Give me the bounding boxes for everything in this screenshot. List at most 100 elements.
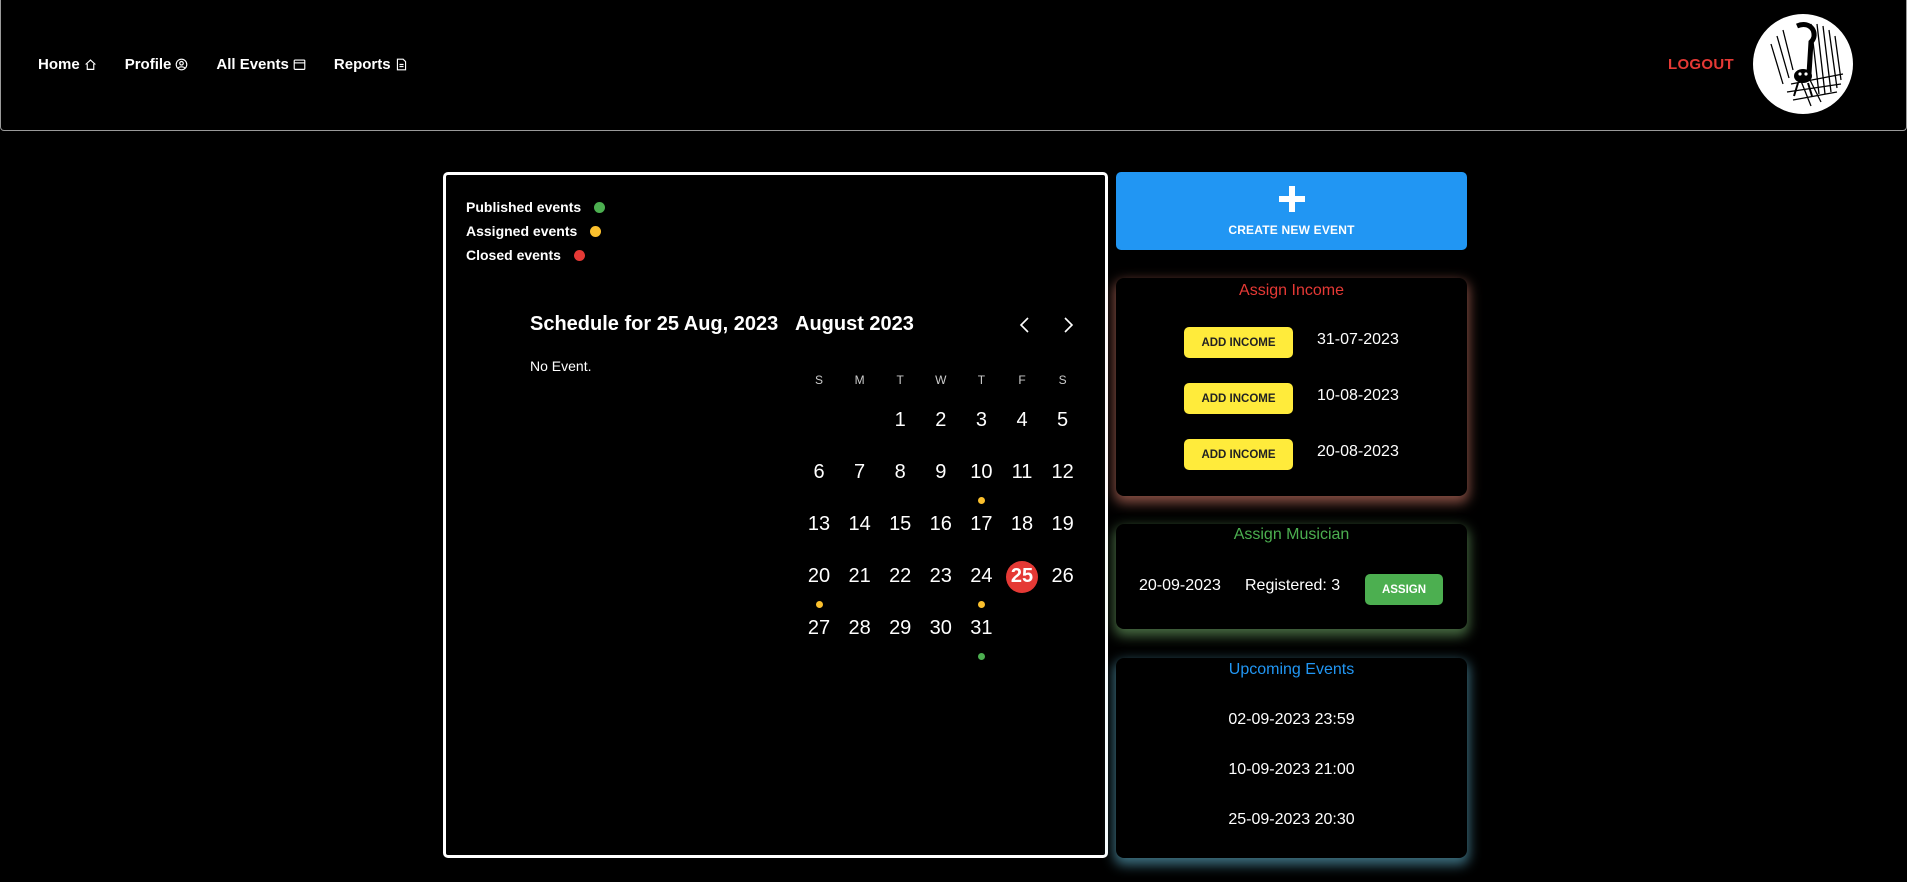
calendar-day[interactable]: 28 <box>840 610 880 646</box>
calendar-day[interactable]: 26 <box>1043 558 1083 594</box>
calendar-day-number: 23 <box>929 565 952 587</box>
schedule-title: Schedule for 25 Aug, 2023 <box>530 313 779 335</box>
calendar-day[interactable]: 18 <box>1002 506 1042 542</box>
calendar-day-number: 13 <box>807 513 831 535</box>
assigned-event-dot-icon <box>978 497 986 504</box>
create-event-label: CREATE NEW EVENT <box>1228 223 1355 237</box>
legend-published: Published events <box>466 195 606 219</box>
calendar-day[interactable]: 8 <box>880 454 920 490</box>
calendar-day[interactable]: 17 <box>961 506 1001 542</box>
calendar-day[interactable]: 30 <box>921 610 961 646</box>
main-nav: Home Profile All Events Reports <box>38 56 408 73</box>
weekday-header: S <box>814 373 823 387</box>
nav-profile[interactable]: Profile <box>125 56 189 73</box>
upcoming-event-item[interactable]: 02-09-2023 23:59 <box>1116 711 1467 729</box>
calendar-day-number: 4 <box>1016 409 1028 431</box>
weekday-header: M <box>854 373 865 387</box>
add-income-button[interactable]: ADD INCOME <box>1184 327 1293 358</box>
calendar-day[interactable]: 14 <box>840 506 880 542</box>
calendar-day-number: 16 <box>929 513 952 535</box>
published-event-dot-icon <box>978 653 986 660</box>
calendar-day[interactable]: 15 <box>880 506 920 542</box>
calendar-day-number: 24 <box>970 565 993 587</box>
calendar-day-number: 19 <box>1051 513 1074 535</box>
calendar-day[interactable]: 10 <box>961 454 1001 490</box>
calendar-day[interactable]: 1 <box>880 402 920 438</box>
calendar-day-number: 20 <box>807 565 831 587</box>
musician-event-date: 20-09-2023 <box>1139 577 1221 594</box>
legend-label: Published events <box>466 199 582 215</box>
assign-income-title: Assign Income <box>1239 282 1344 299</box>
nav-home-label: Home <box>38 56 80 73</box>
calendar-day-number: 8 <box>894 461 906 483</box>
calendar-day-number: 12 <box>1051 461 1074 483</box>
calendar-day[interactable]: 9 <box>921 454 961 490</box>
calendar-day[interactable]: 27 <box>799 610 839 646</box>
income-date: 20-08-2023 <box>1317 443 1399 460</box>
calendar-day-number: 25 <box>1010 565 1034 587</box>
nav-all-events[interactable]: All Events <box>216 56 306 73</box>
calendar-day[interactable]: 3 <box>961 402 1001 438</box>
calendar-day[interactable]: 21 <box>840 558 880 594</box>
add-income-button[interactable]: ADD INCOME <box>1184 439 1293 470</box>
next-month-button[interactable] <box>1058 315 1078 335</box>
upcoming-event-item[interactable]: 10-09-2023 21:00 <box>1116 761 1467 779</box>
create-event-button[interactable]: CREATE NEW EVENT <box>1116 172 1467 250</box>
calendar-day[interactable]: 13 <box>799 506 839 542</box>
calendar-day[interactable]: 24 <box>961 558 1001 594</box>
calendar-day-number: 1 <box>894 409 906 431</box>
assigned-event-dot-icon <box>978 601 986 608</box>
calendar-day[interactable]: 16 <box>921 506 961 542</box>
nav-home[interactable]: Home <box>38 56 97 73</box>
nav-reports[interactable]: Reports <box>334 56 408 73</box>
calendar-day[interactable]: 6 <box>799 454 839 490</box>
income-date: 10-08-2023 <box>1317 387 1399 404</box>
calendar-day[interactable]: 31 <box>961 610 1001 646</box>
add-income-button[interactable]: ADD INCOME <box>1184 383 1293 414</box>
calendar-day[interactable]: 7 <box>840 454 880 490</box>
calendar-day-number: 2 <box>935 409 947 431</box>
calendar-day[interactable]: 12 <box>1043 454 1083 490</box>
calendar-day[interactable]: 23 <box>921 558 961 594</box>
calendar-day-number: 17 <box>970 513 993 535</box>
calendar-day[interactable]: 5 <box>1043 402 1083 438</box>
assigned-dot-icon <box>590 225 602 237</box>
previous-month-button[interactable] <box>1015 315 1035 335</box>
calendar-day-number: 28 <box>848 617 871 639</box>
user-circle-icon <box>176 58 188 71</box>
calendar-day[interactable]: 11 <box>1002 454 1042 490</box>
weekday-header: W <box>935 373 947 387</box>
weekday-header: F <box>1018 373 1026 387</box>
closed-dot-icon <box>573 249 585 261</box>
weekday-header: T <box>977 373 986 387</box>
nav-profile-label: Profile <box>124 56 172 73</box>
calendar-day[interactable]: 22 <box>880 558 920 594</box>
logout-button[interactable]: LOGOUT <box>1668 56 1734 73</box>
calendar-day[interactable]: 29 <box>880 610 920 646</box>
calendar-day-number: 3 <box>975 409 987 431</box>
income-row: ADD INCOME 10-08-2023 <box>1184 383 1399 414</box>
calendar-day-number: 10 <box>970 461 993 483</box>
plus-icon <box>1279 186 1305 212</box>
nav-reports-label: Reports <box>333 56 391 73</box>
legend-assigned: Assigned events <box>466 219 605 243</box>
calendar-day-selected[interactable]: 25 <box>1002 558 1042 594</box>
calendar-day[interactable]: 20 <box>799 558 839 594</box>
calendar-day-number: 26 <box>1051 565 1074 587</box>
upcoming-event-item[interactable]: 25-09-2023 20:30 <box>1116 811 1467 829</box>
calendar-day[interactable]: 2 <box>921 402 961 438</box>
calendar-panel: Published events Assigned events Closed … <box>443 172 1108 858</box>
avatar[interactable] <box>1753 14 1853 114</box>
weekday-header: T <box>896 373 904 387</box>
calendar-icon <box>293 59 306 70</box>
nav-all-events-label: All Events <box>216 56 289 73</box>
calendar-day[interactable]: 4 <box>1002 402 1042 438</box>
calendar-day[interactable]: 19 <box>1043 506 1083 542</box>
assign-button[interactable]: ASSIGN <box>1365 574 1443 605</box>
calendar-day-number: 11 <box>1011 461 1033 483</box>
upcoming-events-title: Upcoming Events <box>1228 661 1355 678</box>
income-row: ADD INCOME 31-07-2023 <box>1184 327 1399 358</box>
no-event-text: No Event. <box>530 358 592 374</box>
calendar-day-number: 27 <box>807 617 831 639</box>
chevron-left-icon <box>1019 317 1029 333</box>
